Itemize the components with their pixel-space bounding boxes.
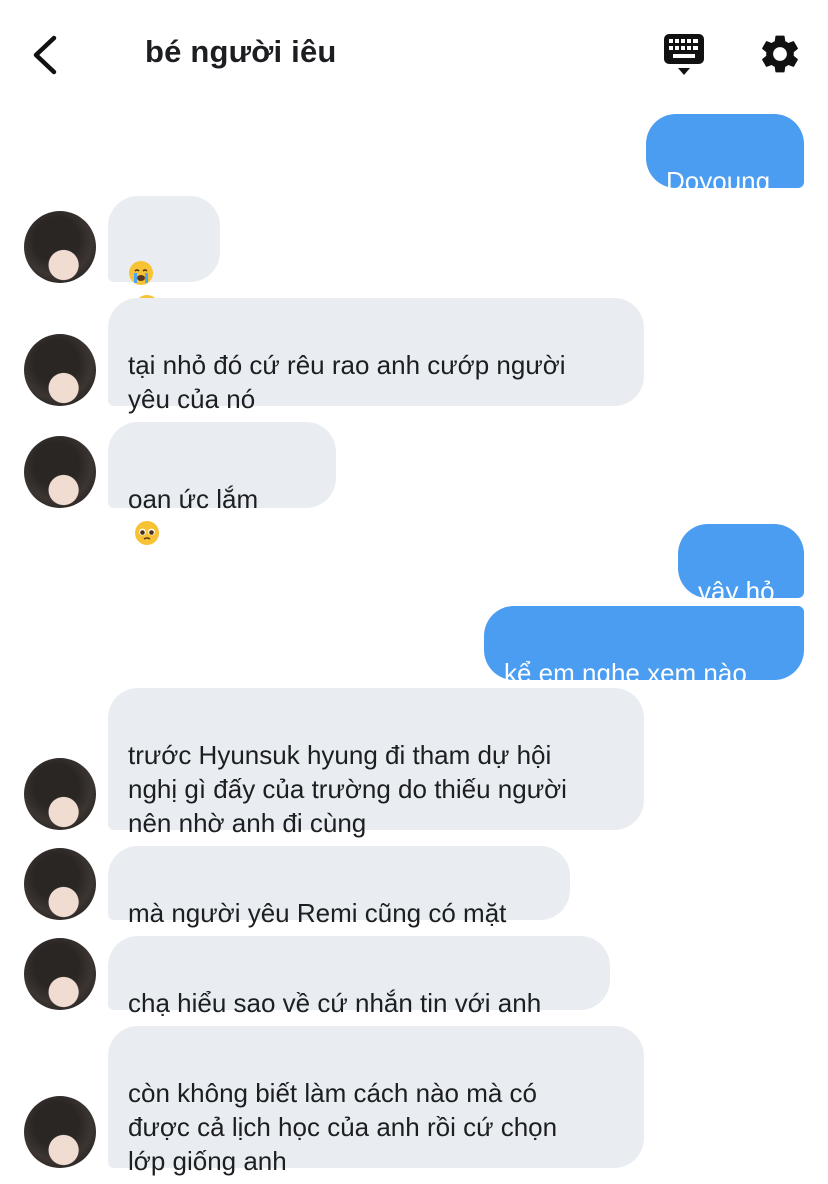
message-text: vậy hỏ [698, 576, 775, 606]
message-text: còn không biết làm cách nào mà có được c… [128, 1078, 558, 1176]
sent-message[interactable]: kể em nghe xem nào [484, 606, 804, 688]
received-message[interactable]: trước Hyunsuk hyung đi tham dự hội nghị … [108, 688, 644, 838]
contact-avatar[interactable] [24, 211, 96, 283]
chat-header: bé người iêu [0, 0, 828, 108]
message-text: tại nhỏ đó cứ rêu rao anh cướp người yêu… [128, 350, 566, 414]
contact-avatar[interactable] [24, 436, 96, 508]
conversation-title: bé người iêu [145, 34, 337, 69]
crying-face-emoji [129, 261, 153, 285]
received-message[interactable]: tại nhỏ đó cứ rêu rao anh cướp người yêu… [108, 298, 644, 414]
contact-avatar[interactable] [24, 938, 96, 1010]
gear-icon [762, 35, 798, 73]
received-message[interactable]: mà người yêu Remi cũng có mặt [108, 846, 570, 928]
contact-avatar[interactable] [24, 848, 96, 920]
sent-message[interactable]: Doyoung [646, 114, 804, 196]
back-button[interactable] [26, 30, 66, 80]
message-text: chạ hiểu sao về cứ nhắn tin với anh [128, 988, 542, 1018]
keyboard-button[interactable] [660, 30, 708, 78]
chevron-left-icon [33, 35, 57, 75]
contact-avatar[interactable] [24, 758, 96, 830]
message-text: trước Hyunsuk hyung đi tham dự hội nghị … [128, 740, 567, 838]
settings-button[interactable] [757, 31, 803, 77]
pleading-face-emoji [135, 521, 159, 545]
message-text: mà người yêu Remi cũng có mặt [128, 898, 507, 928]
received-message[interactable]: còn không biết làm cách nào mà có được c… [108, 1026, 644, 1176]
sent-message[interactable]: vậy hỏ [678, 524, 804, 606]
received-message[interactable]: oan ức lắm [108, 422, 336, 545]
keyboard-icon [664, 34, 704, 75]
message-text: oan ức lắm [128, 484, 259, 514]
contact-avatar[interactable] [24, 334, 96, 406]
received-message[interactable]: chạ hiểu sao về cứ nhắn tin với anh [108, 936, 610, 1018]
message-text: kể em nghe xem nào [504, 658, 747, 688]
contact-avatar[interactable] [24, 1096, 96, 1168]
received-message[interactable] [108, 196, 220, 319]
message-text: Doyoung [666, 166, 771, 196]
